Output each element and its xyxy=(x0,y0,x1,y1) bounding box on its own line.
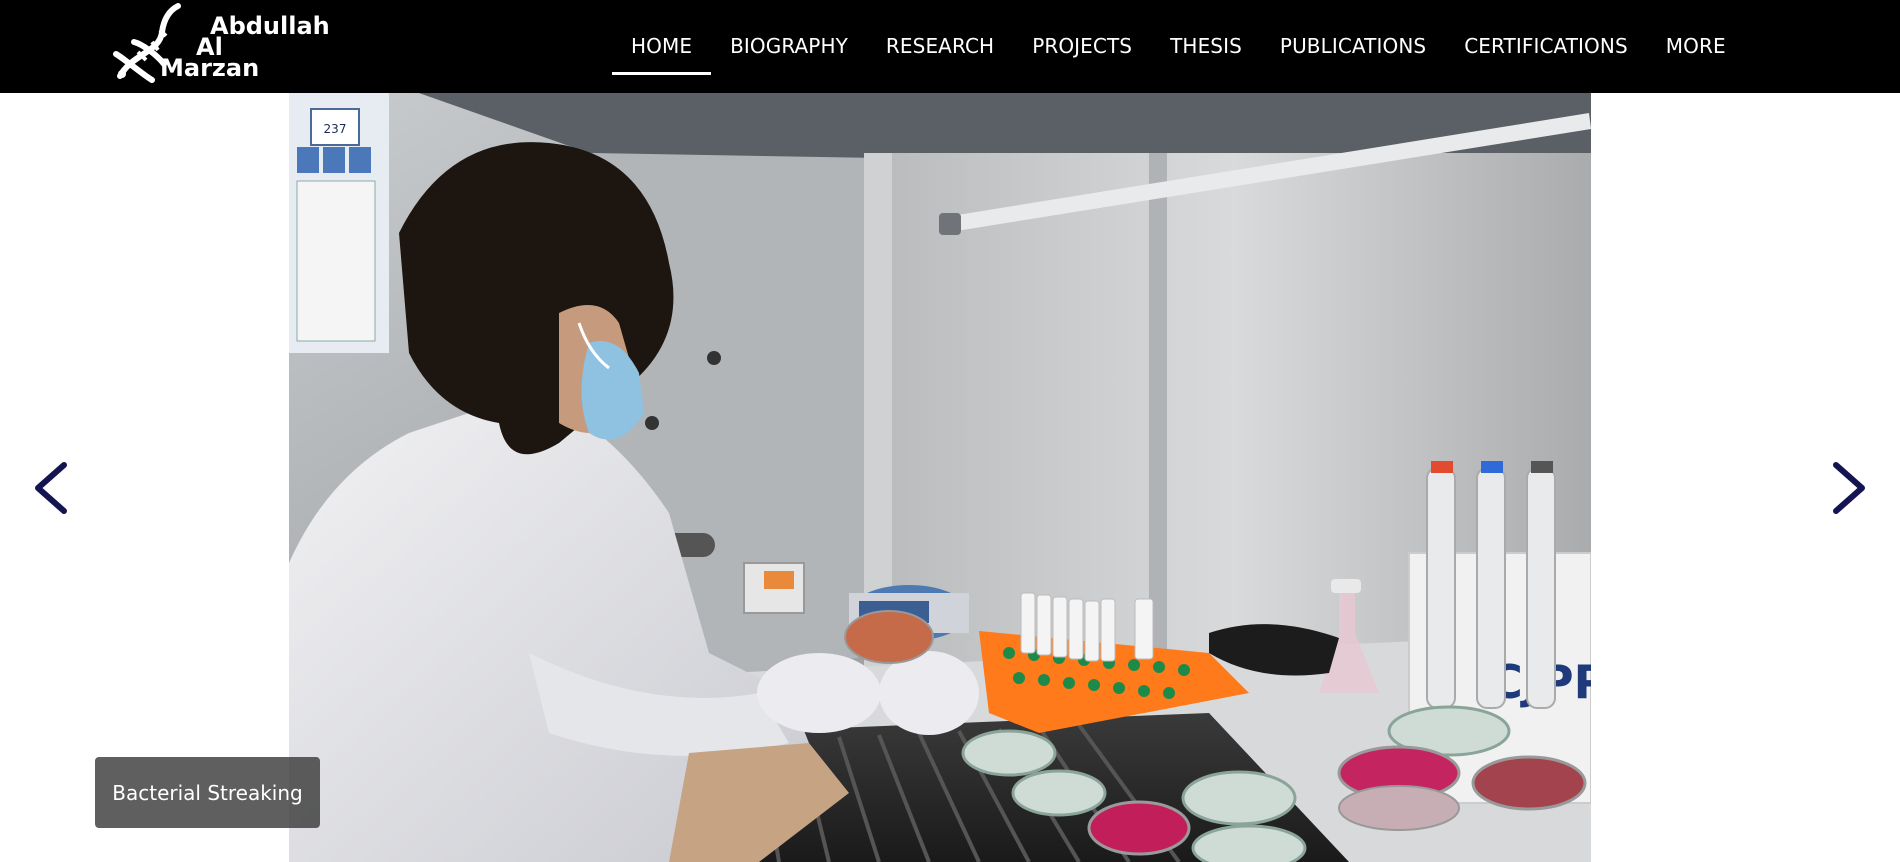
nav-item-more[interactable]: MORE xyxy=(1647,0,1745,93)
nav-item-certifications[interactable]: CERTIFICATIONS xyxy=(1445,0,1647,93)
site-name: Abdullah Al Marzan xyxy=(160,12,330,82)
chevron-left-icon xyxy=(35,462,67,514)
site-header: Abdullah Al Marzan HOME BIOGRAPHY RESEAR… xyxy=(0,0,1900,93)
carousel-next-button[interactable] xyxy=(1818,453,1878,523)
site-name-line-3: Marzan xyxy=(160,54,260,82)
site-logo[interactable]: Abdullah Al Marzan xyxy=(112,2,330,86)
carousel-prev-button[interactable] xyxy=(22,453,82,523)
sticker-number: 237 xyxy=(324,122,347,136)
chevron-right-icon xyxy=(1833,462,1865,514)
nav-item-publications[interactable]: PUBLICATIONS xyxy=(1261,0,1445,93)
nav-item-home[interactable]: HOME xyxy=(612,0,712,93)
nav-item-thesis[interactable]: THESIS xyxy=(1151,0,1261,93)
nav-item-projects[interactable]: PROJECTS xyxy=(1013,0,1151,93)
nav-item-biography[interactable]: BIOGRAPHY xyxy=(711,0,867,93)
nav-item-research[interactable]: RESEARCH xyxy=(867,0,1013,93)
carousel-slide-image: 237 xyxy=(289,93,1591,862)
lab-photo: 237 xyxy=(289,93,1591,862)
main-nav: HOME BIOGRAPHY RESEARCH PROJECTS THESIS … xyxy=(612,0,1745,93)
slide-caption: Bacterial Streaking xyxy=(95,757,320,828)
hero-carousel: 237 Bacterial Streaking xyxy=(0,93,1900,862)
site-name-line-1: Abdullah xyxy=(210,12,330,40)
